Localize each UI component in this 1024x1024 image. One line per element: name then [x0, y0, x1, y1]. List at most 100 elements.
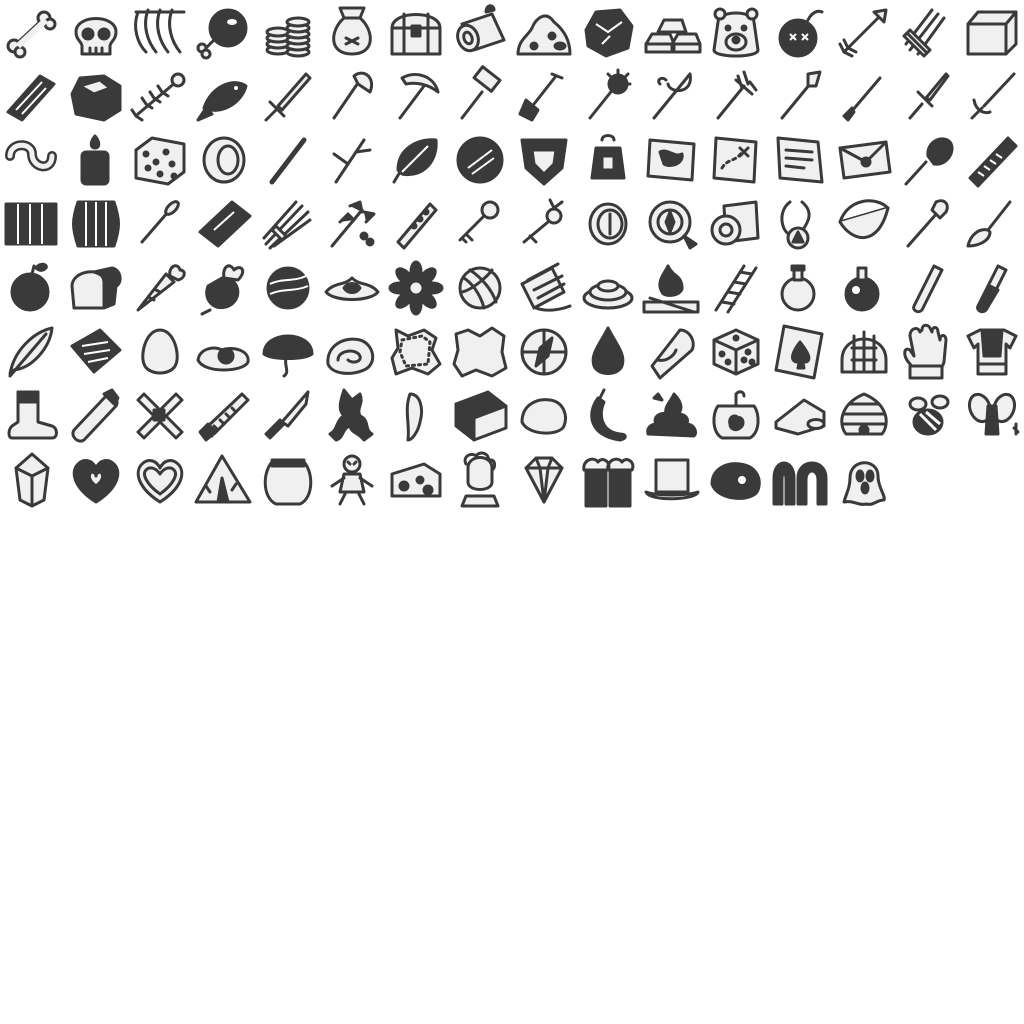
arch-icon	[768, 448, 832, 512]
bear-icon	[704, 0, 768, 64]
tooth-icon	[384, 384, 448, 448]
amulet-icon	[768, 192, 832, 256]
glove-icon	[896, 320, 960, 384]
jar-icon	[704, 384, 768, 448]
saw-icon	[192, 384, 256, 448]
scribble-icon	[0, 64, 64, 128]
treasure-chest-icon	[384, 0, 448, 64]
scroll-tube-icon	[64, 384, 128, 448]
potion-flask-icon	[832, 256, 896, 320]
fish-skeleton-icon	[128, 64, 192, 128]
red-vial-icon	[960, 256, 1024, 320]
egg-icon	[128, 320, 192, 384]
carrot-icon	[128, 256, 192, 320]
meat-bone-icon	[192, 0, 256, 64]
crate-icon	[0, 192, 64, 256]
puddle-box-icon	[640, 448, 704, 512]
mace-icon	[576, 64, 640, 128]
voodoo-doll-icon	[320, 448, 384, 512]
helmet-icon	[832, 320, 896, 384]
campfire-icon	[640, 256, 704, 320]
test-tube-icon	[896, 256, 960, 320]
beer-mugs-icon	[576, 448, 640, 512]
money-bag-icon	[320, 0, 384, 64]
map-icon	[640, 128, 704, 192]
leaf-icon	[384, 128, 448, 192]
playing-card-icon	[768, 320, 832, 384]
fairy-icon	[960, 384, 1024, 448]
cheese-wedge-icon	[768, 384, 832, 448]
ore-pile-icon	[512, 0, 576, 64]
letter-icon	[768, 128, 832, 192]
ornate-key-icon	[512, 192, 576, 256]
pickaxe-icon	[384, 64, 448, 128]
shovel-icon	[512, 64, 576, 128]
spear-icon	[768, 64, 832, 128]
dagger-icon	[896, 64, 960, 128]
book-icon	[448, 384, 512, 448]
rapier-icon	[960, 64, 1024, 128]
nail-icon	[128, 192, 192, 256]
skull-icon	[64, 0, 128, 64]
ghost-icon	[832, 448, 896, 512]
coin-stacks-icon	[256, 0, 320, 64]
knife-icon	[256, 384, 320, 448]
ribcage-icon	[128, 0, 192, 64]
brush-icon	[960, 192, 1024, 256]
chest-armor-icon	[960, 320, 1024, 384]
rock-icon	[64, 64, 128, 128]
fish-icon	[192, 64, 256, 128]
flower-icon	[384, 256, 448, 320]
blob-icon	[512, 384, 576, 448]
fried-egg-icon	[192, 320, 256, 384]
feather-icon	[0, 320, 64, 384]
pitchfork-icon	[704, 64, 768, 128]
beet-icon	[192, 256, 256, 320]
axe-icon	[320, 64, 384, 128]
tape-roll-icon	[192, 128, 256, 192]
round-shield-icon	[448, 128, 512, 192]
bow-icon	[832, 192, 896, 256]
lantern-icon	[576, 128, 640, 192]
log-icon	[448, 0, 512, 64]
coin-icon	[576, 192, 640, 256]
rope-coil-icon	[576, 256, 640, 320]
worm-icon	[0, 128, 64, 192]
fishing-rod-icon	[640, 64, 704, 128]
compass-device-icon	[640, 192, 704, 256]
leather-hide-icon	[384, 320, 448, 384]
plank-icon	[192, 192, 256, 256]
compass-icon	[512, 320, 576, 384]
heart-icon	[128, 448, 192, 512]
arrow-icon	[832, 0, 896, 64]
diamond-icon	[512, 448, 576, 512]
candy-corn-icon	[640, 320, 704, 384]
fur-pelt-icon	[448, 320, 512, 384]
sword-icon	[256, 64, 320, 128]
mushroom-icon	[256, 320, 320, 384]
bone-icon	[0, 0, 64, 64]
herb-bundle-icon	[320, 192, 384, 256]
wand-icon	[896, 192, 960, 256]
beehive-icon	[832, 384, 896, 448]
flute-icon	[384, 192, 448, 256]
ladder-icon	[704, 256, 768, 320]
key-icon	[448, 192, 512, 256]
treasure-map-icon	[704, 128, 768, 192]
chili-icon	[576, 384, 640, 448]
bust-icon	[448, 448, 512, 512]
magnifier-icon	[896, 128, 960, 192]
yarn-ball-icon	[448, 256, 512, 320]
dice-icon	[704, 320, 768, 384]
arrow-bundle-icon	[896, 0, 960, 64]
barrel-icon	[64, 192, 128, 256]
comb-icon	[960, 128, 1024, 192]
candle-icon	[64, 128, 128, 192]
crest-shield-icon	[512, 128, 576, 192]
icon-sheet	[0, 0, 1024, 1024]
lettuce-icon	[320, 256, 384, 320]
drop-icon	[576, 320, 640, 384]
scroll-roll-icon	[704, 192, 768, 256]
sponge-icon	[128, 128, 192, 192]
dark-rock-icon	[704, 448, 768, 512]
